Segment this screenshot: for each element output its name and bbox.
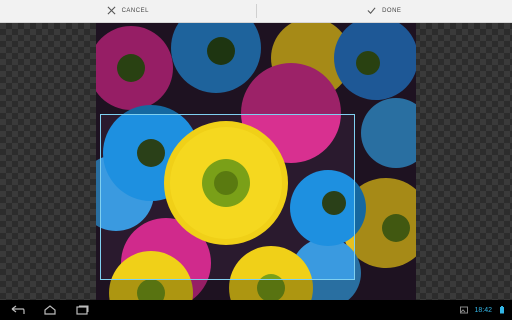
recent-apps-button[interactable] <box>73 304 91 316</box>
crop-shade-right <box>355 114 416 280</box>
done-label: DONE <box>382 8 402 14</box>
clock-time: 18:42 <box>474 306 492 314</box>
cancel-label: CANCEL <box>121 8 149 14</box>
done-button[interactable]: DONE <box>257 0 512 22</box>
back-button[interactable] <box>9 304 27 316</box>
recent-apps-icon <box>76 305 89 315</box>
close-icon <box>107 6 116 17</box>
home-icon <box>44 305 56 315</box>
back-icon <box>11 305 25 314</box>
crop-canvas <box>0 23 512 300</box>
crop-shade-top <box>96 23 416 114</box>
checkmark-icon <box>367 6 376 17</box>
crop-rectangle[interactable] <box>100 114 355 280</box>
gallery-notification-icon <box>460 306 469 314</box>
status-area[interactable]: 18:42 <box>460 306 506 314</box>
photo-preview <box>96 23 416 300</box>
cancel-button[interactable]: CANCEL <box>0 0 256 22</box>
home-button[interactable] <box>41 304 59 316</box>
battery-icon <box>500 306 504 314</box>
system-nav-bar: 18:42 <box>0 300 512 320</box>
crop-shade-bottom <box>96 280 416 300</box>
action-bar: CANCEL DONE <box>0 0 512 23</box>
